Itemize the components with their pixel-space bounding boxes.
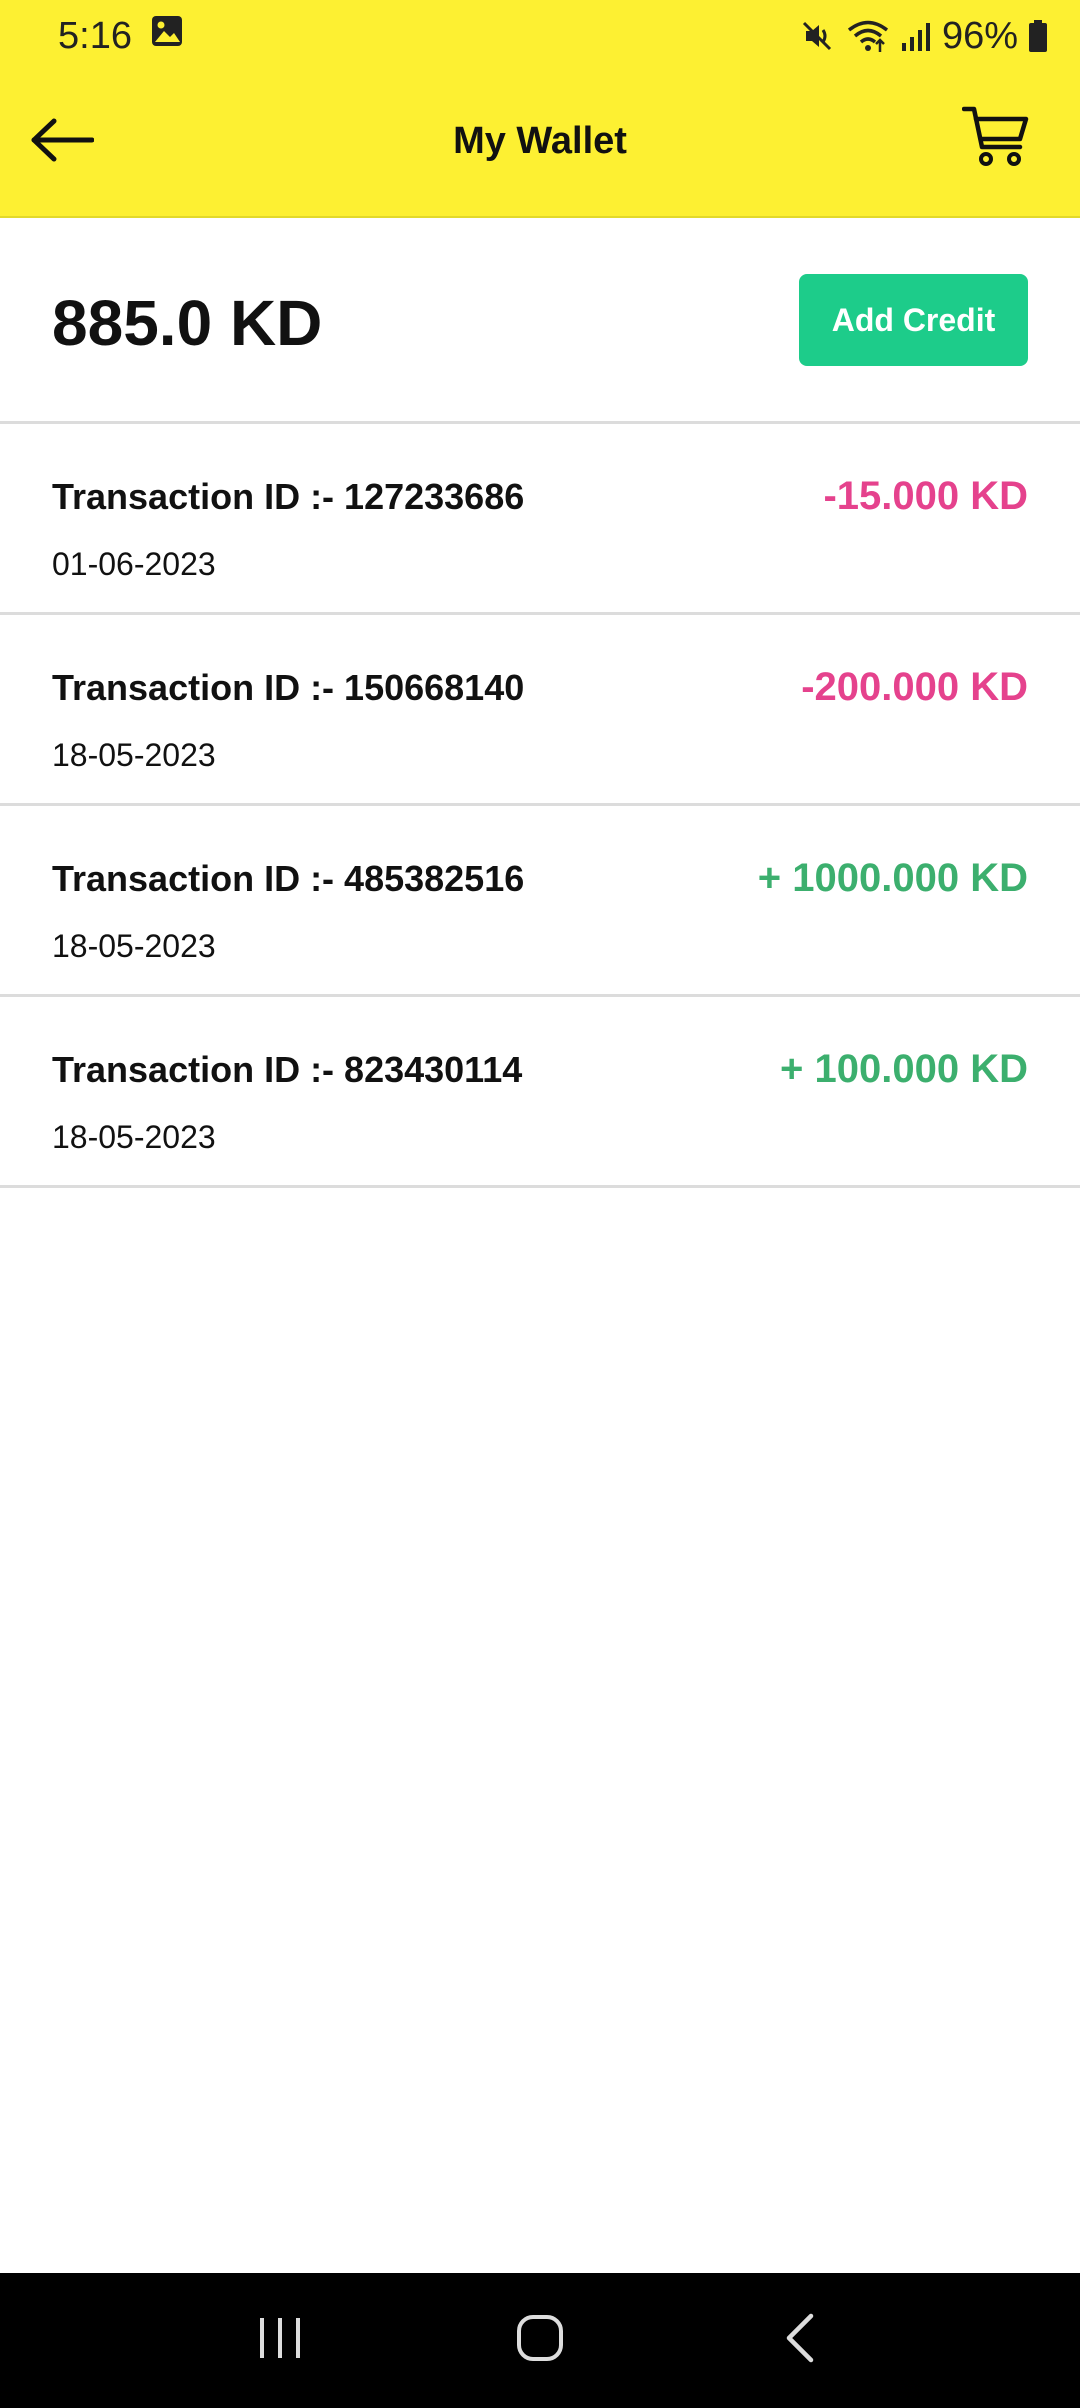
home-button[interactable]: [480, 2291, 600, 2391]
wifi-icon: [846, 18, 890, 54]
transaction-id: Transaction ID :- 823430114: [52, 1049, 523, 1090]
transaction-amount: -200.000 KD: [801, 665, 1028, 709]
transaction-amount: -15.000 KD: [823, 474, 1028, 518]
back-chevron-icon: [783, 2312, 817, 2369]
nav-back-button[interactable]: [740, 2291, 860, 2391]
wallet-balance-section: 885.0 KD Add Credit: [0, 218, 1080, 424]
transaction-id: Transaction ID :- 150668140: [52, 667, 525, 708]
battery-level: 96%: [941, 14, 1018, 57]
transaction-date: 18-05-2023: [52, 928, 216, 964]
transaction-list: Transaction ID :- 127233686 01-06-2023 -…: [0, 424, 1080, 1188]
transaction-date: 18-05-2023: [52, 737, 216, 773]
add-credit-button[interactable]: Add Credit: [799, 274, 1028, 366]
status-bar: 5:16 96%: [0, 0, 1080, 72]
transaction-row[interactable]: Transaction ID :- 485382516 18-05-2023 +…: [0, 806, 1080, 997]
transaction-row[interactable]: Transaction ID :- 150668140 18-05-2023 -…: [0, 615, 1080, 806]
image-icon: [150, 14, 184, 58]
transaction-amount: + 1000.000 KD: [757, 856, 1028, 900]
app-bar: My Wallet: [0, 72, 1080, 218]
transaction-amount: + 100.000 KD: [780, 1047, 1028, 1091]
recents-icon: [256, 2314, 304, 2367]
wallet-balance: 885.0 KD: [52, 287, 323, 359]
transaction-row[interactable]: Transaction ID :- 823430114 18-05-2023 +…: [0, 997, 1080, 1188]
transaction-date: 18-05-2023: [52, 1119, 216, 1155]
battery-icon: [1028, 19, 1048, 53]
status-right: 96%: [800, 15, 1048, 58]
transaction-row[interactable]: Transaction ID :- 127233686 01-06-2023 -…: [0, 424, 1080, 615]
home-icon: [515, 2313, 565, 2368]
status-left: 5:16: [58, 14, 184, 58]
transaction-id: Transaction ID :- 485382516: [52, 858, 525, 899]
cart-button[interactable]: [960, 102, 1032, 174]
signal-icon: [900, 19, 932, 53]
page-title: My Wallet: [453, 120, 627, 162]
status-time: 5:16: [58, 14, 132, 57]
transaction-id: Transaction ID :- 127233686: [52, 476, 525, 517]
mute-icon: [800, 18, 836, 54]
recents-button[interactable]: [220, 2291, 340, 2391]
transaction-date: 01-06-2023: [52, 546, 216, 582]
system-nav-bar: [0, 2273, 1080, 2408]
cart-icon: [961, 105, 1030, 172]
